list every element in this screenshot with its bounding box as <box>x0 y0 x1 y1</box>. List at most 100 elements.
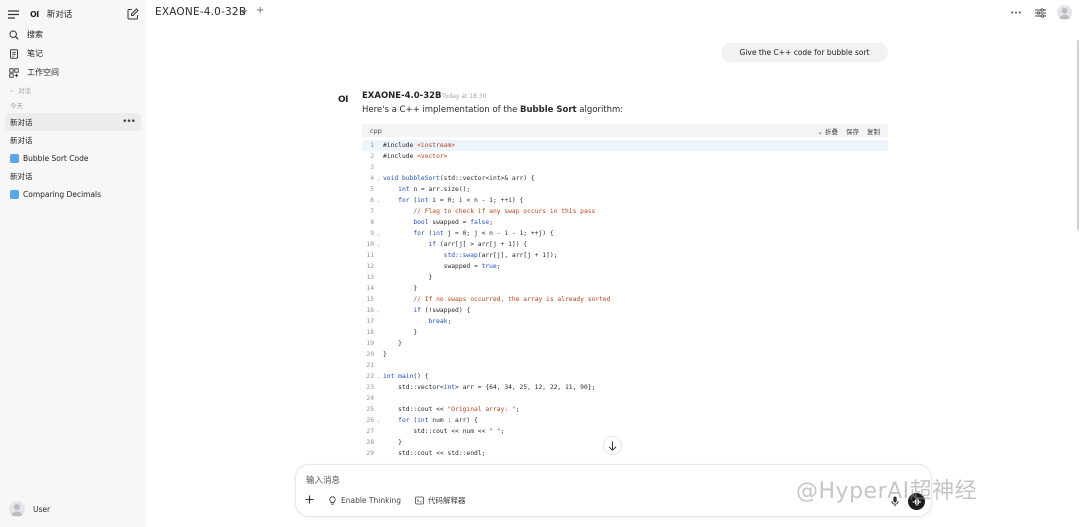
message-timestamp: Today at 18:30 <box>442 93 487 100</box>
code-line: 9 ⌄ for (int j = 0; j < n - i - 1; ++j) { <box>362 228 888 239</box>
code-token: std::cout << std::endl; <box>383 450 486 457</box>
fold-chevron-icon[interactable]: ⌄ <box>374 308 383 314</box>
code-token: int <box>398 186 410 193</box>
sidebar-item-search[interactable]: 搜索 <box>6 25 140 44</box>
settings-sliders-icon[interactable] <box>1033 6 1047 20</box>
copy-code-button[interactable]: 复制 <box>867 126 880 136</box>
chat-emoji-icon <box>10 153 19 163</box>
chat-item[interactable]: 新对话 <box>5 131 141 149</box>
code-token: (std::vector<int>& arr) { <box>439 175 535 182</box>
code-text: } <box>383 439 402 446</box>
code-line: 17 break; <box>362 316 888 327</box>
code-text: swapped = true; <box>383 263 501 270</box>
code-token: <iostream> <box>417 142 456 149</box>
code-interpreter-icon <box>415 496 424 505</box>
code-token: " " <box>489 428 501 435</box>
collapse-code-button[interactable]: ⌄ 折叠 <box>817 126 838 136</box>
scroll-to-bottom-button[interactable] <box>603 436 622 455</box>
code-text: std::cout << num << " "; <box>383 428 504 435</box>
code-token: std::cout << num << <box>383 428 490 435</box>
code-line: 11 std::swap(arr[j], arr[j + 1]); <box>362 250 888 261</box>
code-line: 6 ⌄ for (int i = 0; i < n - 1; ++i) { <box>362 195 888 206</box>
sidebar: OI 新对话 搜索 笔记 工作空间 ⌄ 对话 今天 新对话 ••• 新对话 Bu… <box>0 0 146 527</box>
menu-icon[interactable] <box>6 7 20 21</box>
save-code-button[interactable]: 保存 <box>846 126 859 136</box>
line-number: 21 <box>366 362 374 369</box>
sidebar-item-notes[interactable]: 笔记 <box>6 44 140 63</box>
chat-item-label: 新对话 <box>10 171 33 181</box>
chat-emoji-icon <box>10 189 19 199</box>
code-text: std::cout << std::endl; <box>383 450 485 457</box>
app-logo[interactable]: OI <box>30 10 39 19</box>
chat-item-label: Bubble Sort Code <box>23 153 89 163</box>
model-selector[interactable]: EXAONE-4.0-32B <box>155 6 246 18</box>
chevron-down-icon[interactable] <box>240 8 247 16</box>
line-number: 27 <box>366 428 374 435</box>
add-model-button[interactable]: + <box>256 5 264 16</box>
fold-chevron-icon[interactable]: ⌄ <box>374 231 383 237</box>
intro-bold: Bubble Sort <box>520 105 577 115</box>
code-text: for (int j = 0; j < n - i - 1; ++j) { <box>383 230 554 237</box>
add-attachment-button[interactable] <box>305 495 314 506</box>
conversations-section-toggle[interactable]: ⌄ 对话 <box>9 85 31 96</box>
new-chat-label[interactable]: 新对话 <box>47 8 73 20</box>
line-number: 4 <box>370 175 374 182</box>
user-menu[interactable]: User <box>9 501 50 517</box>
code-line: 8 bool swapped = false; <box>362 217 888 228</box>
code-text: int n = arr.size(); <box>383 186 470 193</box>
code-text: if (!swapped) { <box>383 307 470 314</box>
line-number: 16 <box>366 307 374 314</box>
chat-list: 新对话 ••• 新对话 Bubble Sort Code 新对话 Compari… <box>5 113 141 203</box>
more-options-icon[interactable]: ••• <box>122 117 136 127</box>
new-chat-edit-icon[interactable] <box>126 7 140 21</box>
code-line: 26 ⌄ for (int num : arr) { <box>362 415 888 426</box>
line-number: 20 <box>366 351 374 358</box>
message-input[interactable]: 输入消息 <box>306 474 340 486</box>
code-text: } <box>383 285 417 292</box>
code-token: j = 0; j < n - i - 1; ++j) { <box>443 230 554 237</box>
code-token: std::swap <box>443 252 478 259</box>
watermark: @HyperAI超神经 <box>796 479 978 504</box>
code-token: ; <box>447 318 452 325</box>
chat-item[interactable]: Comparing Decimals <box>5 185 141 203</box>
line-number: 2 <box>370 153 374 160</box>
chat-item[interactable]: 新对话 <box>5 167 141 185</box>
code-token: // Flag to check if any swap occurs in t… <box>413 208 596 215</box>
code-language: cpp <box>370 126 382 135</box>
scrollbar[interactable] <box>1077 40 1079 230</box>
intro-text-end: algorithm: <box>576 105 624 115</box>
code-line: 19 } <box>362 338 888 349</box>
code-interpreter-button[interactable]: 代码解释器 <box>415 495 466 506</box>
fold-chevron-icon[interactable]: ⌄ <box>374 198 383 204</box>
fold-chevron-icon[interactable]: ⌄ <box>374 374 383 380</box>
fold-chevron-icon[interactable]: ⌄ <box>374 242 383 248</box>
code-text: void bubbleSort(std::vector<int>& arr) { <box>383 175 535 182</box>
avatar[interactable] <box>1057 5 1072 20</box>
sidebar-item-workspace[interactable]: 工作空间 <box>6 63 140 82</box>
code-interpreter-label: 代码解释器 <box>428 496 466 505</box>
enable-thinking-button[interactable]: Enable Thinking <box>328 496 401 505</box>
chat-item[interactable]: 新对话 ••• <box>5 113 141 131</box>
fold-chevron-icon[interactable]: ⌄ <box>374 418 383 424</box>
intro-text: Here's a C++ implementation of the <box>362 105 521 115</box>
code-token: for <box>413 230 425 237</box>
code-line: 29 std::cout << std::endl; <box>362 448 888 459</box>
fold-chevron-icon[interactable]: ⌄ <box>374 176 383 182</box>
workspace-icon <box>8 67 20 79</box>
chat-item[interactable]: Bubble Sort Code <box>5 149 141 167</box>
code-token: int main <box>383 373 414 380</box>
code-token: true <box>481 263 497 270</box>
code-line: 23 std::vector<int> arr = {64, 34, 25, 1… <box>362 382 888 393</box>
code-line: 16 ⌄ if (!swapped) { <box>362 305 888 316</box>
code-token: ; <box>500 428 505 435</box>
more-options-icon[interactable] <box>1009 6 1023 20</box>
code-body[interactable]: 1 #include <iostream> 2 #include <vector> 3 4… <box>362 137 888 459</box>
code-token: () { <box>413 373 429 380</box>
code-token: ( <box>409 417 418 424</box>
code-text: } <box>383 340 402 347</box>
code-line: 15 // If no swaps occurred, the array is… <box>362 294 888 305</box>
code-line: 20} <box>362 349 888 360</box>
